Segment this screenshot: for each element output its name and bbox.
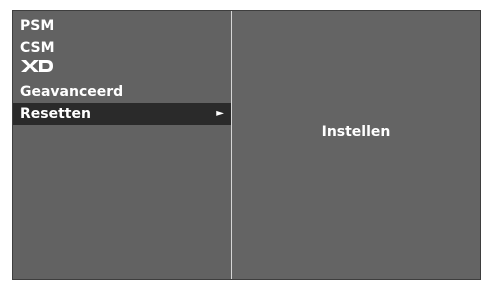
menu-item-geavanceerd[interactable]: Geavanceerd [13,81,231,103]
menu-item-xd[interactable] [13,59,231,81]
picture-menu-list: PSM CSM Geavanceerd Resetten ► [13,15,231,125]
osd-menu-window: PSM CSM Geavanceerd Resetten ► Instellen [12,10,481,280]
menu-item-label: Geavanceerd [20,84,124,100]
menu-item-csm[interactable]: CSM [13,37,231,59]
menu-item-label: PSM [20,18,55,34]
xd-logo [20,58,54,80]
menu-item-psm[interactable]: PSM [13,15,231,37]
menu-item-label: Resetten [20,106,91,122]
submenu-option-instellen[interactable]: Instellen [232,121,480,143]
main-menu-panel: PSM CSM Geavanceerd Resetten ► [13,11,231,279]
right-arrow-icon: ► [216,108,224,119]
menu-item-resetten[interactable]: Resetten ► [13,103,231,125]
menu-item-label: CSM [20,40,55,56]
submenu-panel: Instellen [232,11,480,279]
